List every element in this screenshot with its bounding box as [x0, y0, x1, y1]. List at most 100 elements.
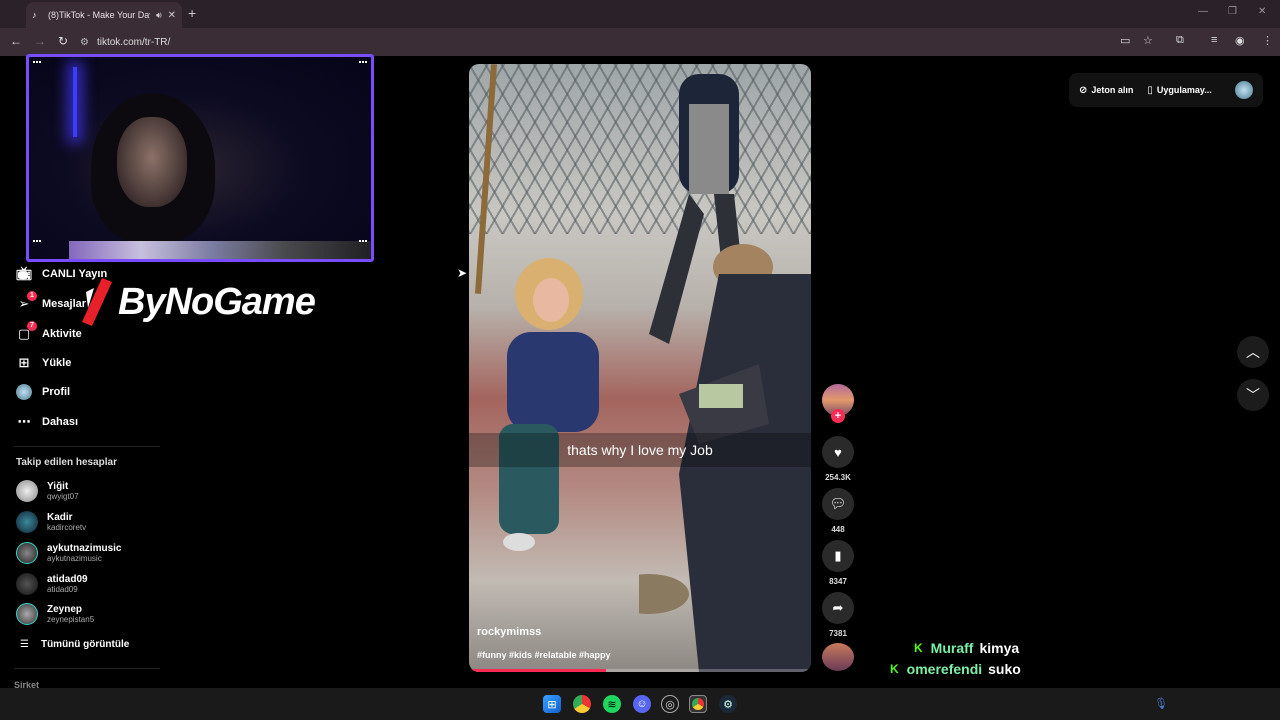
caption-text: thats why I love my Job	[567, 442, 713, 458]
led-light	[73, 67, 77, 137]
coin-icon: ⊘	[1079, 84, 1088, 96]
close-tab-icon[interactable]: ✕	[168, 10, 176, 21]
share-count: 7381	[829, 629, 847, 638]
comment-icon[interactable]: 💬︎	[822, 488, 854, 520]
sidebar-item-more[interactable]: ⋯ Dahası	[16, 414, 79, 430]
frame-corner	[359, 61, 367, 66]
account-username: zeynepistan5	[47, 614, 95, 624]
heart-icon[interactable]: ♥	[822, 436, 854, 468]
upload-plus-icon: ⊞	[18, 355, 30, 370]
steam-icon[interactable]: ⚙︎	[719, 695, 737, 713]
next-video-button[interactable]: ﹀	[1237, 379, 1269, 411]
webcam-overlay	[26, 54, 374, 262]
browser-tab-bar: ♪ (8)TikTok - Make Your Day 🔊︎ ✕ + — ❐ ✕	[0, 0, 1280, 28]
get-app-label: Uygulamay...	[1156, 85, 1212, 95]
avatar	[16, 511, 38, 533]
url-field[interactable]: ⚙︎ tiktok.com/tr-TR/	[80, 32, 1110, 52]
chat-message: K Muraff kimya	[914, 640, 1019, 656]
share-arrow-icon[interactable]: ➦	[822, 592, 854, 624]
profile-avatar	[16, 384, 32, 400]
get-coins-button[interactable]: ⊘ Jeton alın	[1079, 85, 1133, 96]
tab-title: (8)TikTok - Make Your Day	[48, 10, 150, 20]
account-username: aykutnazimusic	[47, 553, 102, 563]
follow-plus-button[interactable]: +	[831, 409, 845, 423]
windows-start-icon[interactable]: ⊞	[543, 695, 561, 713]
video-caption: thats why I love my Job	[469, 433, 811, 467]
chat-message: K omerefendi suko	[890, 661, 1021, 677]
list-icon: ☰	[20, 639, 29, 650]
site-info-icon[interactable]: ⚙︎	[80, 37, 89, 48]
share-action[interactable]: ➦ 7381	[822, 592, 854, 638]
like-action[interactable]: ♥ 254.3K	[822, 436, 854, 482]
mouse-cursor-icon: ➤	[457, 266, 468, 280]
video-hashtags[interactable]: #funny #kids #relatable #happy	[477, 650, 611, 660]
phone-icon: ▯	[1147, 84, 1153, 96]
activity-icon: ▢ 7	[16, 321, 37, 342]
obs-icon[interactable]: ◎	[661, 695, 679, 713]
spotify-icon[interactable]: ≋	[603, 695, 621, 713]
video-player[interactable]: thats why I love my Job rockymimss #funn…	[469, 64, 811, 672]
followed-account[interactable]: Yiğit qwyigt07	[16, 480, 79, 502]
extensions-icon[interactable]: ⧉	[1176, 34, 1184, 47]
chrome-icon[interactable]	[573, 695, 591, 713]
profile-avatar[interactable]	[1235, 81, 1253, 99]
window-close-icon[interactable]: ✕	[1258, 6, 1266, 17]
discord-icon[interactable]: ☺︎	[633, 695, 651, 713]
music-disc-icon[interactable]	[822, 643, 854, 671]
video-author[interactable]: rockymimss	[477, 626, 541, 638]
minimize-icon[interactable]: —	[1198, 6, 1208, 17]
maximize-icon[interactable]: ❐	[1228, 6, 1237, 17]
new-tab-button[interactable]: +	[188, 5, 196, 21]
see-all-button[interactable]: ☰ Tümünü görüntüle	[20, 639, 129, 650]
sidebar-divider	[14, 446, 160, 447]
chrome-active-icon[interactable]	[689, 695, 707, 713]
cloud-frame	[69, 241, 371, 259]
account-name: Yiğit	[47, 480, 69, 492]
bookmark-icon[interactable]: ▮	[822, 540, 854, 572]
account-name: Zeynep	[47, 603, 83, 615]
sidebar-item-label: Profil	[42, 386, 71, 398]
followed-account[interactable]: Zeynep zeynepistan5	[16, 603, 94, 625]
account-username: kadircoretv	[47, 522, 87, 532]
progress-fill	[469, 669, 606, 672]
save-action[interactable]: ▮ 8347	[822, 540, 854, 586]
sidebar-item-activity[interactable]: ▢ 7 Aktivite	[16, 321, 82, 342]
followed-account[interactable]: aykutnazimusic aykutnazimusic	[16, 542, 121, 564]
back-icon[interactable]: ←	[10, 34, 22, 48]
account-username: atidad09	[47, 584, 78, 594]
profile-icon[interactable]: ◉	[1235, 34, 1245, 47]
browser-tab[interactable]: ♪ (8)TikTok - Make Your Day 🔊︎ ✕	[26, 2, 182, 28]
microphone-icon[interactable]: 🎙︎	[1154, 697, 1168, 710]
video-man-arm	[639, 274, 811, 672]
reload-icon[interactable]: ↻	[58, 34, 68, 48]
avatar	[16, 542, 38, 564]
cast-icon[interactable]: ▭	[1120, 34, 1130, 47]
video-progress-bar[interactable]	[469, 669, 811, 672]
sidebar-item-label: Yükle	[42, 357, 72, 369]
sidebar-item-profile[interactable]: Profil	[16, 384, 70, 400]
sidebar-item-messages[interactable]: ➢ 1 Mesajlar	[16, 291, 86, 312]
chat-text: suko	[988, 661, 1021, 677]
avatar	[16, 480, 38, 502]
menu-dots-icon[interactable]: ⋮	[1262, 34, 1273, 47]
followed-account[interactable]: Kadir kadircoretv	[16, 511, 86, 533]
chevron-up-icon: ︿	[1246, 344, 1260, 360]
sidebar-item-upload[interactable]: ⊞ Yükle	[16, 355, 72, 371]
sidebar-divider	[14, 668, 160, 669]
streamer-face	[117, 117, 187, 207]
chat-text: kimya	[979, 640, 1020, 656]
bookmark-star-icon[interactable]: ☆	[1143, 34, 1153, 47]
media-control-icon[interactable]: ≡	[1211, 34, 1217, 46]
save-count: 8347	[829, 577, 847, 586]
speaker-icon[interactable]: 🔊︎	[156, 10, 162, 21]
forward-icon[interactable]: →	[34, 34, 46, 48]
kick-icon: K	[914, 641, 923, 655]
comment-action[interactable]: 💬︎ 448	[822, 488, 854, 534]
previous-video-button[interactable]: ︿	[1237, 336, 1269, 368]
account-name: aykutnazimusic	[47, 542, 122, 554]
frame-corner	[359, 240, 367, 245]
chat-username: Muraff	[930, 640, 974, 656]
followed-account[interactable]: atidad09 atidad09	[16, 573, 88, 595]
avatar	[16, 573, 38, 595]
get-app-button[interactable]: ▯ Uygulamay...	[1147, 85, 1211, 96]
